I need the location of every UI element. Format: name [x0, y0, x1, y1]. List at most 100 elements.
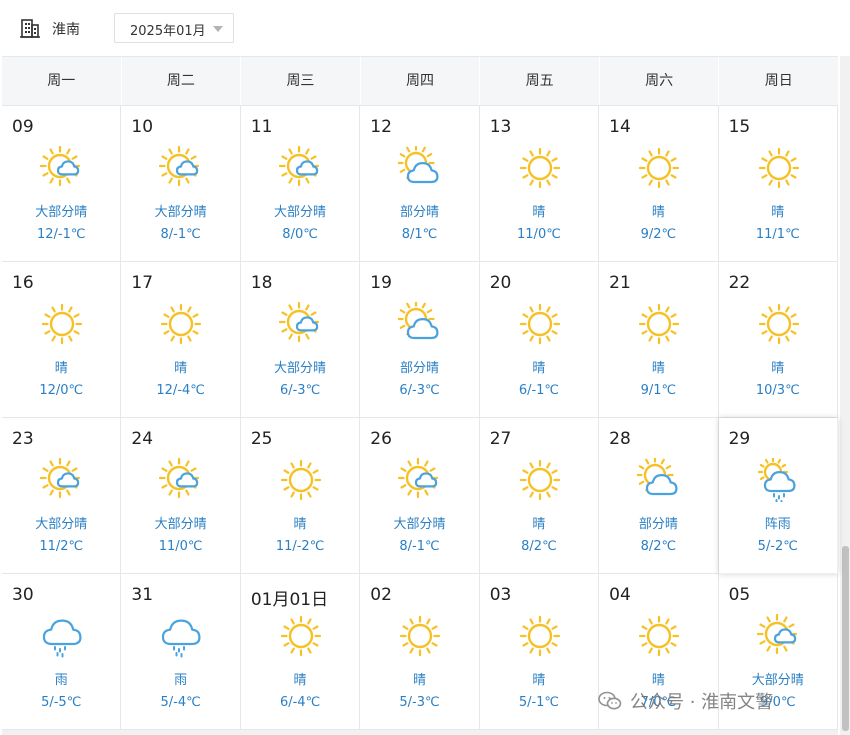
- horizontal-scrollbar[interactable]: [2, 730, 838, 735]
- day-cell[interactable]: 02 晴 5/-3℃: [360, 574, 480, 730]
- month-select[interactable]: 2025年01月: [114, 13, 234, 43]
- day-date: 10: [131, 117, 154, 137]
- day-condition: 部分晴: [638, 517, 678, 532]
- day-date: 29: [728, 429, 751, 449]
- calendar-grid: 09 大部分晴 12/-1℃ 10 大部分晴 8/-1℃ 11 大部分晴 8/0℃ 12 部分晴 8/…: [2, 106, 838, 730]
- weekday-label: 周一: [2, 57, 122, 105]
- mostly-sunny-icon: [398, 458, 439, 499]
- day-cell[interactable]: 20 晴 6/-1℃: [479, 262, 600, 418]
- day-cell[interactable]: 15 晴 11/1℃: [718, 106, 838, 262]
- mostly-sunny-icon: [40, 146, 81, 187]
- day-condition: 晴: [293, 517, 307, 532]
- partly-sunny-icon: [398, 302, 439, 340]
- day-cell[interactable]: 24 大部分晴 11/0℃: [121, 418, 241, 574]
- day-date: 28: [609, 429, 631, 449]
- weekday-label: 周五: [480, 57, 600, 105]
- day-date: 16: [12, 273, 34, 293]
- day-cell[interactable]: 29 阵雨 5/-2℃: [718, 418, 838, 574]
- day-condition: 晴: [651, 205, 665, 220]
- day-date: 17: [131, 273, 154, 293]
- rain-icon: [42, 619, 82, 658]
- day-cell[interactable]: 23 大部分晴 11/2℃: [2, 418, 122, 574]
- mostly-sunny-icon: [756, 614, 797, 655]
- day-temperature: 5/-3℃: [399, 695, 440, 710]
- wechat-icon: [598, 691, 622, 710]
- day-date: 09: [12, 117, 34, 137]
- sunny-icon: [639, 147, 680, 189]
- day-cell[interactable]: 30 雨 5/-5℃: [2, 574, 122, 730]
- day-condition: 晴: [651, 673, 665, 688]
- vertical-scrollbar[interactable]: [840, 56, 850, 735]
- day-condition: 晴: [771, 205, 785, 220]
- day-condition: 部分晴: [399, 361, 439, 376]
- mostly-sunny-icon: [159, 146, 200, 187]
- day-date: 27: [489, 429, 512, 449]
- sunny-icon: [41, 303, 83, 345]
- day-temperature: 5/-2℃: [757, 539, 798, 554]
- day-temperature: 11/0℃: [517, 227, 561, 242]
- day-condition: 雨: [54, 673, 68, 688]
- day-temperature: 10/3℃: [755, 383, 800, 398]
- day-cell[interactable]: 11 大部分晴 8/0℃: [240, 106, 361, 262]
- day-cell[interactable]: 01月01日晴 6/-4℃: [240, 574, 361, 730]
- day-condition: 晴: [532, 517, 546, 532]
- day-temperature: 8/-1℃: [399, 539, 440, 554]
- day-temperature: 8/1℃: [401, 227, 438, 242]
- weekday-label: 周六: [600, 57, 720, 105]
- day-cell[interactable]: 19 部分晴 6/-3℃: [360, 262, 480, 418]
- watermark: 公众号 · 淮南文警: [598, 688, 773, 714]
- day-cell[interactable]: 10 大部分晴 8/-1℃: [121, 106, 241, 262]
- day-condition: 晴: [532, 205, 546, 220]
- day-date: 31: [131, 585, 154, 605]
- day-temperature: 11/-2℃: [275, 539, 325, 554]
- day-temperature: 12/0℃: [39, 383, 84, 398]
- partly-sunny-icon: [398, 146, 439, 184]
- day-cell[interactable]: 12 部分晴 8/1℃: [360, 106, 480, 262]
- day-cell[interactable]: 21 晴 9/1℃: [599, 262, 719, 418]
- day-condition: 大部分晴: [35, 205, 88, 220]
- day-temperature: 8/0℃: [282, 227, 318, 242]
- sunny-icon: [280, 459, 321, 501]
- day-date: 05: [728, 585, 751, 605]
- mostly-sunny-icon: [159, 458, 200, 499]
- day-cell[interactable]: 18 大部分晴 6/-3℃: [240, 262, 361, 418]
- toolbar: 淮南 2025年01月: [0, 0, 850, 56]
- day-cell[interactable]: 31 雨 5/-4℃: [121, 574, 241, 730]
- shower-icon: [757, 458, 796, 502]
- day-cell[interactable]: 22 晴 10/3℃: [718, 262, 838, 418]
- day-condition: 晴: [532, 361, 546, 376]
- weekday-label: 周三: [241, 57, 361, 105]
- day-cell[interactable]: 16 晴 12/0℃: [2, 262, 122, 418]
- day-condition: 雨: [174, 673, 188, 688]
- day-cell[interactable]: 26 大部分晴 8/-1℃: [360, 418, 480, 574]
- day-cell[interactable]: 25 晴 11/-2℃: [240, 418, 361, 574]
- weekday-label: 周日: [764, 73, 793, 89]
- day-cell[interactable]: 14 晴 9/2℃: [599, 106, 719, 262]
- day-condition: 大部分晴: [154, 517, 207, 532]
- day-condition: 晴: [651, 361, 665, 376]
- day-cell[interactable]: 03 晴 5/-1℃: [479, 574, 600, 730]
- day-cell[interactable]: 17 晴 12/-4℃: [121, 262, 241, 418]
- scrollbar-thumb[interactable]: [842, 546, 849, 731]
- month-value: 2025年01月: [130, 24, 206, 39]
- day-temperature: 12/-1℃: [36, 227, 86, 242]
- day-temperature: 5/-1℃: [518, 695, 560, 710]
- day-temperature: 8/2℃: [640, 539, 677, 554]
- day-cell[interactable]: 13 晴 11/0℃: [479, 106, 600, 262]
- building-icon: [20, 19, 40, 38]
- day-cell[interactable]: 09 大部分晴 12/-1℃: [2, 106, 122, 262]
- day-cell[interactable]: 28 部分晴 8/2℃: [599, 418, 719, 574]
- sunny-icon: [519, 147, 560, 189]
- day-temperature: 6/-4℃: [279, 695, 321, 710]
- day-date: 26: [370, 429, 392, 449]
- day-condition: 晴: [293, 673, 307, 688]
- day-temperature: 8/2℃: [521, 539, 557, 554]
- day-temperature: 11/1℃: [755, 227, 800, 242]
- day-cell[interactable]: 27 晴 8/2℃: [479, 418, 600, 574]
- day-date: 13: [489, 117, 512, 137]
- day-condition: 大部分晴: [154, 205, 207, 220]
- rain-icon: [162, 619, 201, 658]
- weekday-label: 周二: [122, 57, 242, 105]
- day-temperature: 6/-1℃: [518, 383, 560, 398]
- day-date: 23: [12, 429, 34, 449]
